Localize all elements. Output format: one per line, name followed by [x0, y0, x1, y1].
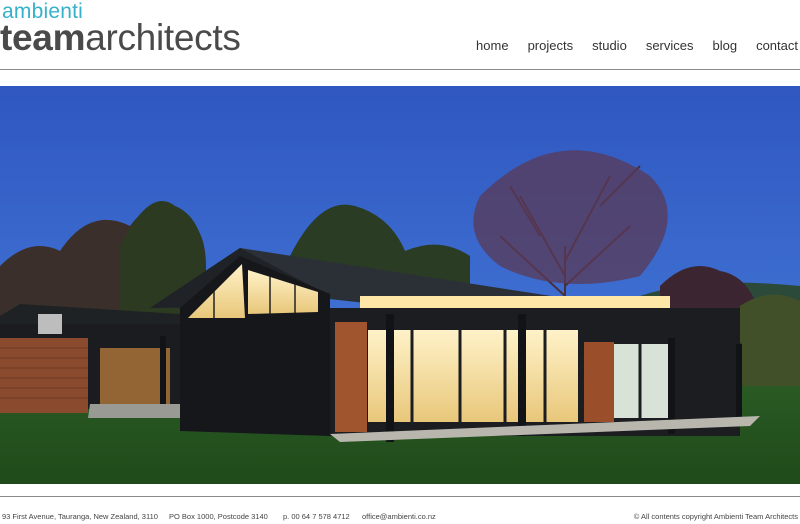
footer-address: 93 First Avenue, Tauranga, New Zealand, …: [2, 512, 158, 521]
logo-architects: architects: [85, 17, 241, 58]
nav-services[interactable]: services: [646, 38, 694, 54]
footer-phone: p. 00 64 7 578 4712: [283, 512, 350, 521]
logo-team: team: [0, 17, 86, 58]
footer-copyright: © All contents copyright Ambienti Team A…: [633, 512, 798, 521]
footer-email[interactable]: office@ambienti.co.nz: [362, 512, 436, 522]
footer-divider: [0, 496, 800, 497]
nav-blog[interactable]: blog: [713, 38, 738, 54]
footer-po-box: PO Box 1000, Postcode 3140: [169, 512, 268, 521]
nav-projects[interactable]: projects: [528, 38, 574, 54]
logo-team-architects: teamarchitects: [0, 18, 241, 58]
nav-studio[interactable]: studio: [592, 38, 627, 54]
main-nav: home projects studio services blog conta…: [457, 38, 798, 54]
hero-image: [0, 86, 800, 484]
nav-contact[interactable]: contact: [756, 38, 798, 54]
nav-home[interactable]: home: [476, 38, 509, 54]
header-divider: [0, 69, 800, 70]
footer: 93 First Avenue, Tauranga, New Zealand, …: [0, 512, 800, 524]
